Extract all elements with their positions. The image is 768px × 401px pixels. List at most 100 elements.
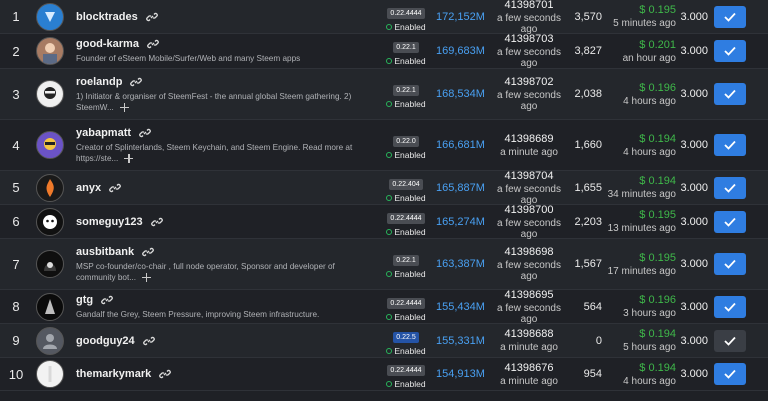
last-block[interactable]: 41398698 <box>488 246 570 258</box>
last-block-time: a few seconds ago <box>497 183 561 206</box>
votes-link[interactable]: 154,913M <box>436 368 494 380</box>
check-icon <box>724 46 736 56</box>
link-icon[interactable] <box>159 368 172 380</box>
link-icon[interactable] <box>145 11 158 23</box>
link-icon[interactable] <box>147 38 159 50</box>
vote-button[interactable] <box>714 5 746 28</box>
votes-link[interactable]: 166,681M <box>436 139 494 151</box>
link-icon[interactable] <box>150 216 163 228</box>
witness-name[interactable]: roelandp <box>76 76 122 88</box>
enabled-icon <box>386 313 393 320</box>
vote-button[interactable] <box>714 40 746 62</box>
votes-link[interactable]: 165,887M <box>436 182 494 194</box>
link-icon[interactable] <box>130 76 143 88</box>
avatar[interactable] <box>36 250 64 278</box>
votes-link[interactable]: 163,387M <box>436 258 494 270</box>
last-block[interactable]: 41398689 <box>488 133 570 145</box>
user-portrait-icon <box>38 82 62 106</box>
vote-button[interactable] <box>714 329 746 352</box>
missed-blocks: 954 <box>583 368 602 380</box>
last-block-time: a minute ago <box>500 342 558 353</box>
missed-blocks: 564 <box>583 300 602 313</box>
votes-link[interactable]: 165,274M <box>436 216 494 228</box>
hood-avatar-icon <box>38 252 62 276</box>
witness-name[interactable]: anyx <box>76 182 101 194</box>
check-icon <box>724 183 736 193</box>
link-icon[interactable] <box>142 246 154 258</box>
table-row: 1 blocktrades 0.22.4444 Enabled 172,152M… <box>0 0 768 35</box>
link-icon[interactable] <box>109 182 121 194</box>
version-badge: 0.22.1 <box>393 255 419 266</box>
witness-description: Founder of eSteem Mobile/Surfer/Web and … <box>76 54 301 63</box>
avatar[interactable] <box>36 37 64 65</box>
witness-name[interactable]: ausbitbank <box>76 246 134 258</box>
cartoon-avatar-icon <box>38 133 62 157</box>
vote-button[interactable] <box>714 134 746 156</box>
vote-button[interactable] <box>714 210 746 233</box>
price-feed: $ 0.194 <box>639 328 676 340</box>
last-block[interactable]: 41398701 <box>488 0 570 11</box>
avatar[interactable] <box>36 2 64 31</box>
table-row: 2 good-karma Founder of eSteem Mobile/Su… <box>0 33 768 69</box>
last-block[interactable]: 41398688 <box>488 328 570 340</box>
witness-name[interactable]: yabapmatt <box>76 127 131 139</box>
avatar[interactable] <box>36 131 64 159</box>
status-enabled: Enabled <box>386 22 426 32</box>
vote-button[interactable] <box>714 83 746 105</box>
vote-button[interactable] <box>714 253 746 275</box>
version-badge: 0.22.4444 <box>387 7 425 19</box>
expand-plus-icon[interactable] <box>142 272 152 282</box>
expand-plus-icon[interactable] <box>124 153 134 163</box>
votes-link[interactable]: 168,534M <box>436 88 494 100</box>
votes-link[interactable]: 169,683M <box>436 45 494 57</box>
witness-description: MSP co-founder/co-chair , full node oper… <box>76 261 335 282</box>
witness-name[interactable]: gtg <box>76 294 93 306</box>
version-badge: 0.22.4444 <box>387 365 425 376</box>
avatar[interactable] <box>36 80 64 108</box>
expand-plus-icon[interactable] <box>119 102 129 112</box>
witness-name[interactable]: goodguy24 <box>76 335 135 347</box>
last-block[interactable]: 41398700 <box>488 204 570 216</box>
votes-link[interactable]: 155,434M <box>436 301 494 313</box>
price-feed: $ 0.195 <box>639 251 676 264</box>
enabled-icon <box>386 228 393 235</box>
link-icon[interactable] <box>139 127 151 139</box>
votes-link[interactable]: 155,331M <box>436 335 494 347</box>
vote-button[interactable] <box>714 176 746 199</box>
votes-link[interactable]: 172,152M <box>436 11 494 23</box>
avatar[interactable] <box>36 173 64 202</box>
last-block[interactable]: 41398676 <box>488 362 570 374</box>
last-block[interactable]: 41398703 <box>488 33 570 45</box>
status-enabled: Enabled <box>386 269 426 279</box>
version-badge: 0.22.4444 <box>387 212 425 224</box>
last-block-time: a few seconds ago <box>497 217 561 240</box>
witness-description: Gandalf the Grey, Steem Pressure, improv… <box>76 309 320 319</box>
enabled-icon <box>386 271 393 277</box>
link-icon[interactable] <box>142 335 155 347</box>
last-block[interactable]: 41398704 <box>488 170 570 182</box>
avatar[interactable] <box>36 292 64 321</box>
table-row: 6 someguy123 0.22.4444 Enabled 165,274M … <box>0 204 768 240</box>
flame-avatar-icon <box>38 175 62 200</box>
last-block[interactable]: 41398702 <box>488 76 570 88</box>
avatar[interactable] <box>36 360 64 388</box>
witness-name[interactable]: themarkymark <box>76 368 151 380</box>
rank: 7 <box>12 256 20 272</box>
last-block[interactable]: 41398695 <box>488 289 570 301</box>
witness-name[interactable]: good-karma <box>76 38 139 50</box>
check-icon <box>724 89 736 99</box>
price-feed-time: 3 hours ago <box>623 308 676 319</box>
witness-name[interactable]: someguy123 <box>76 216 143 228</box>
last-block-time: a minute ago <box>500 375 558 387</box>
vote-button[interactable] <box>714 363 746 385</box>
link-icon[interactable] <box>101 294 113 306</box>
vote-button[interactable] <box>714 295 746 318</box>
missed-blocks: 1,660 <box>574 139 602 151</box>
witness-name[interactable]: blocktrades <box>76 11 138 23</box>
table-row: 3 roelandp 1) Initiator & organiser of S… <box>0 69 768 120</box>
check-icon <box>724 336 736 346</box>
avatar[interactable] <box>36 326 64 355</box>
avatar[interactable] <box>36 207 64 236</box>
figure-avatar-icon <box>38 362 62 386</box>
price-feed-time: 4 hours ago <box>623 95 676 107</box>
